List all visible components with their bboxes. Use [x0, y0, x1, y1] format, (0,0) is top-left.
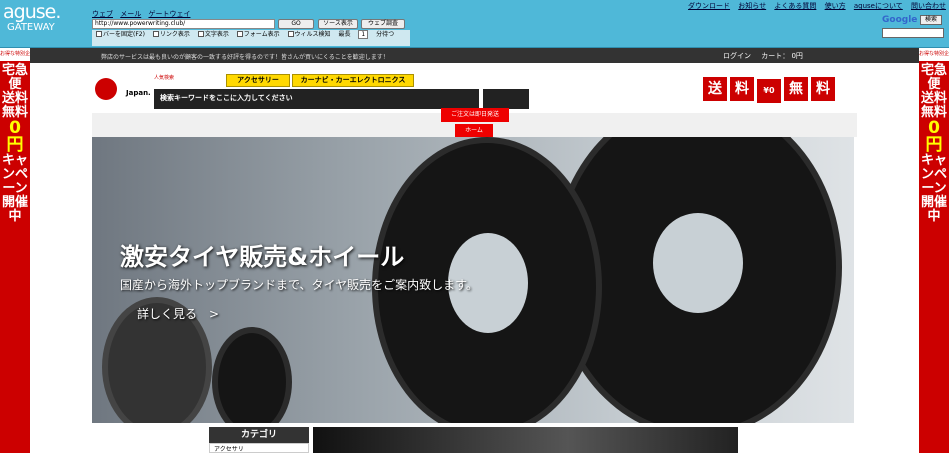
tab-car-navigation[interactable]: カーナビ・カーエレクトロニクス [292, 74, 414, 87]
category-item[interactable]: アクセサリ [209, 443, 309, 453]
logo-main: aguse. [3, 1, 61, 23]
toolbar-options: バーを固定(F2) リンク表示 文字表示 フォーム表示 ウィルス検知 最長 1 … [92, 30, 410, 46]
cart-label[interactable]: カート： [761, 52, 789, 60]
tab-accessories[interactable]: アクセサリー [226, 74, 290, 87]
link-download[interactable]: ダウンロード [688, 2, 730, 10]
banner-line-4: キャンペーン [2, 153, 29, 196]
toolbar-nav: ウェブ メール ゲートウェイ [92, 9, 195, 19]
google-logo: Google [882, 15, 918, 25]
aguse-logo[interactable]: aguse. GATEWAY [3, 2, 83, 44]
login-cart: ログイン カート： 0円 [723, 51, 803, 61]
link-news[interactable]: お知らせ [738, 2, 766, 10]
banner-top: お得な特別企画 [0, 48, 30, 70]
banner-line-5: 開催中 [921, 195, 948, 224]
badge-char: 料 [730, 77, 754, 101]
google-search-input[interactable] [882, 28, 944, 38]
link-contact[interactable]: 問い合わせ [911, 2, 946, 10]
banner-line-1: 宅急便 [2, 63, 29, 92]
nav-web[interactable]: ウェブ [92, 10, 113, 18]
google-search-button[interactable]: 検索 [920, 15, 942, 25]
badge-char: 料 [811, 77, 835, 101]
banner-line-3: 0円 [925, 118, 943, 155]
banner-top: お得な特別企画 [919, 48, 949, 70]
hero-subtitle: 国産から海外トップブランドまで、タイヤ販売をご案内致します。 [120, 278, 478, 292]
aguse-toolbar: aguse. GATEWAY ウェブ メール ゲートウェイ http://www… [0, 0, 949, 48]
hero-banner[interactable]: 激安タイヤ販売&ホイール 国産から海外トップブランドまで、タイヤ販売をご案内致し… [92, 137, 854, 423]
badge-char: 無 [784, 77, 808, 101]
cart-amount: 0円 [791, 52, 803, 60]
logo-sub: GATEWAY [7, 22, 55, 33]
nav-gateway[interactable]: ゲートウェイ [148, 10, 190, 18]
banner-line-2: 送料無料 [921, 91, 948, 120]
opt-virus[interactable]: ウィルス検知 [287, 31, 331, 38]
link-howto[interactable]: 使い方 [825, 2, 846, 10]
opt-form[interactable]: フォーム表示 [236, 31, 280, 38]
banner-line-5: 開催中 [2, 195, 29, 224]
ticker-text: 弊店のサービスは最も良いのが顧客の一致する好評を得るのです！皆さんが買いにくるこ… [101, 54, 389, 61]
login-link[interactable]: ログイン [723, 52, 751, 60]
opt-link[interactable]: リンク表示 [152, 31, 190, 38]
brand-name: Japan. [126, 89, 151, 97]
popular-label: 人気検索 [154, 75, 175, 81]
link-about[interactable]: aguseについて [854, 2, 903, 10]
order-today-button[interactable]: ご注文は即日発送 [441, 108, 509, 122]
badge-char: 送 [703, 77, 727, 101]
max-label: 最長 [338, 31, 351, 38]
banner-line-2: 送料無料 [2, 91, 29, 120]
toolbar-right-links: ダウンロード お知らせ よくある質問 使い方 aguseについて 問い合わせ [682, 1, 946, 11]
right-campaign-banner[interactable]: お得な特別企画 宅急便 送料無料 0円 キャンペーン 開催中 [919, 48, 949, 453]
webcheck-button[interactable]: ウェブ調査 [361, 19, 405, 29]
brand-logo-icon[interactable] [95, 78, 117, 100]
banner-line-1: 宅急便 [921, 63, 948, 92]
hero-title: 激安タイヤ販売&ホイール [120, 243, 405, 271]
max-select[interactable]: 1 [358, 30, 369, 39]
source-button[interactable]: ソース表示 [318, 19, 358, 29]
product-photo[interactable] [313, 427, 738, 453]
truck-icon: ¥0 [757, 79, 781, 103]
more-link[interactable]: 詳しく見る > [137, 305, 219, 322]
banner-line-3: 0円 [6, 118, 24, 155]
home-button[interactable]: ホーム [455, 124, 493, 138]
opt-text[interactable]: 文字表示 [197, 31, 229, 38]
go-button[interactable]: GO [278, 19, 314, 29]
tire-image [212, 327, 292, 423]
nav-mail[interactable]: メール [120, 10, 141, 18]
minutes-label: 分待つ [376, 31, 395, 38]
search-button[interactable] [483, 89, 529, 109]
url-input[interactable]: http://www.powerwriting.club/ [92, 19, 275, 29]
left-campaign-banner[interactable]: お得な特別企画 宅急便 送料無料 0円 キャンペーン 開催中 [0, 48, 30, 453]
search-input[interactable]: 検索キーワードをここに入力してください [154, 89, 479, 109]
site-header: ログイン カート： 0円 Japan. 人気検索 アクセサリー カーナビ・カーエ… [92, 52, 857, 113]
free-shipping-badge: 送料 ¥0 無料 [703, 77, 850, 103]
opt-fix[interactable]: バーを固定(F2) [96, 31, 145, 38]
link-faq[interactable]: よくある質問 [774, 2, 816, 10]
category-title: カテゴリ [209, 427, 309, 443]
banner-line-4: キャンペーン [921, 153, 948, 196]
